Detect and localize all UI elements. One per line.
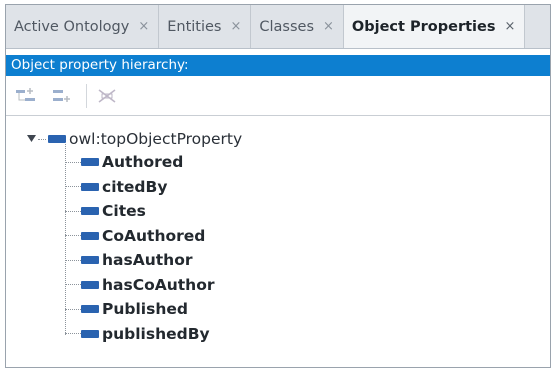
tree-item-published[interactable]: Published: [65, 297, 550, 322]
tab-label: Classes: [259, 18, 315, 35]
add-sibling-property-button[interactable]: [50, 85, 74, 107]
add-sibling-property-icon: [53, 89, 70, 102]
tree-item-cites[interactable]: Cites: [65, 199, 550, 224]
tree-item-citedby[interactable]: citedBy: [65, 175, 550, 200]
tree-children: Authored citedBy Cites CoAuthored hasAut: [65, 144, 550, 347]
tree-connector: [65, 308, 81, 310]
tree-connector: [65, 333, 81, 335]
tab-classes[interactable]: Classes ×: [251, 5, 344, 48]
object-property-icon: [81, 182, 99, 191]
tree-item-label: Authored: [102, 153, 184, 172]
tree-item-label: citedBy: [102, 177, 168, 196]
tree-root[interactable]: owl:topObjectProperty: [6, 128, 550, 150]
tree-item-hascoauthor[interactable]: hasCoAuthor: [65, 273, 550, 298]
tree-item-authored[interactable]: Authored: [65, 150, 550, 175]
tree-item-publishedby[interactable]: publishedBy: [65, 322, 550, 347]
object-property-icon: [81, 231, 99, 240]
object-property-icon: [81, 280, 99, 289]
tree-item-label: hasCoAuthor: [102, 275, 215, 294]
tab-entities[interactable]: Entities ×: [159, 5, 252, 48]
object-property-icon: [81, 305, 99, 314]
close-icon[interactable]: ×: [230, 19, 241, 34]
tree-item-label: publishedBy: [102, 324, 210, 343]
add-sub-property-icon: [16, 87, 35, 101]
tree-item-label: hasAuthor: [102, 251, 193, 270]
tab-object-properties[interactable]: Object Properties ×: [343, 5, 526, 48]
tab-label: Object Properties: [351, 18, 496, 35]
tree-item-hasauthor[interactable]: hasAuthor: [65, 248, 550, 273]
protege-window: Active Ontology × Entities × Classes × O…: [5, 4, 551, 368]
collapse-triangle-icon[interactable]: [26, 134, 36, 144]
tree-item-label: Published: [102, 300, 188, 319]
tab-label: Entities: [167, 18, 222, 35]
tree-connector: [65, 210, 81, 212]
object-property-icon: [48, 135, 66, 143]
property-tree: owl:topObjectProperty Authored citedBy C…: [6, 116, 550, 346]
close-icon[interactable]: ×: [323, 19, 334, 34]
hierarchy-toolbar: [6, 76, 550, 116]
tree-connector: [65, 186, 81, 188]
view-title: Object property hierarchy:: [11, 57, 189, 73]
close-icon[interactable]: ×: [138, 19, 149, 34]
tab-bar: Active Ontology × Entities × Classes × O…: [6, 5, 550, 49]
object-property-icon: [81, 158, 99, 167]
tree-guide-line: [65, 144, 66, 335]
view-title-bar: Object property hierarchy:: [6, 55, 550, 76]
toolbar-separator: [86, 83, 87, 108]
tree-item-coauthored[interactable]: CoAuthored: [65, 224, 550, 249]
delete-property-button[interactable]: [95, 85, 119, 107]
close-icon[interactable]: ×: [504, 19, 515, 34]
tree-connector: [38, 138, 46, 140]
tree-item-label: Cites: [102, 202, 146, 221]
tab-label: Active Ontology: [14, 18, 130, 35]
tree-connector: [65, 284, 81, 286]
tree-item-label: CoAuthored: [102, 226, 206, 245]
tree-connector: [65, 259, 81, 261]
tree-root-label: owl:topObjectProperty: [69, 130, 243, 148]
add-sub-property-button[interactable]: [14, 85, 38, 107]
object-property-icon: [81, 329, 99, 338]
tree-connector: [65, 161, 81, 163]
delete-property-icon: [98, 88, 116, 103]
tree-connector: [65, 235, 81, 237]
object-property-icon: [81, 256, 99, 265]
tab-active-ontology[interactable]: Active Ontology ×: [6, 5, 160, 48]
object-property-icon: [81, 207, 99, 216]
